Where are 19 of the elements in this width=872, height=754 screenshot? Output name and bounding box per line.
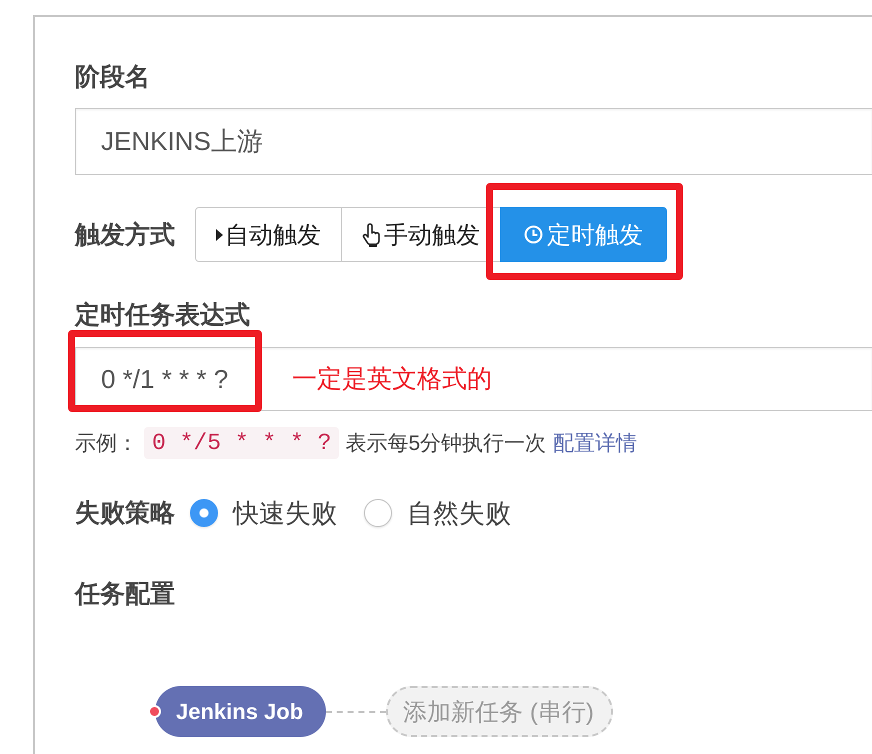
details-link[interactable]: 配置详情 [553, 429, 638, 457]
field-label: 触发方式 [75, 220, 175, 250]
trigger-option[interactable]: 自动触发 [195, 207, 342, 262]
radio-option[interactable]: 快速失败 [190, 496, 337, 530]
help-text: 表示每5分钟执行一次 [345, 431, 546, 457]
trigger-option[interactable]: 手动触发 [341, 207, 501, 262]
field-label: 任务配置 [75, 579, 175, 610]
text-field[interactable]: JENKINS上游 [75, 108, 872, 175]
job-node[interactable]: Jenkins Job [155, 686, 326, 737]
help-text: 示例： [75, 431, 138, 457]
radio-option[interactable]: 自然失败 [364, 496, 511, 530]
field-label: 失败策略 [75, 498, 175, 529]
play-icon [216, 228, 223, 240]
field-label: 定时任务表达式 [75, 300, 250, 331]
hand-pointer-icon [362, 222, 382, 246]
clock-icon [524, 225, 543, 244]
annotation-text: 一定是英文格式的 [292, 364, 492, 395]
field-label: 阶段名 [75, 62, 150, 93]
code-example: 0 */5 * * * ? [144, 427, 340, 459]
